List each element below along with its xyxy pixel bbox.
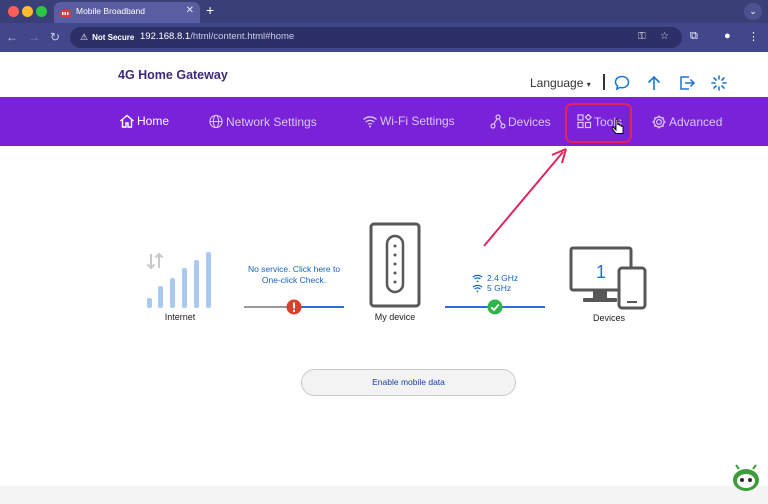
logout-icon[interactable] — [678, 74, 696, 92]
upload-arrow-icon[interactable] — [645, 74, 663, 92]
key-icon[interactable]: ⚿ — [638, 31, 646, 42]
nav-devices-label: Devices — [508, 114, 551, 129]
caret-down-icon: ▾ — [586, 80, 591, 89]
minimize-window-button[interactable] — [22, 6, 33, 17]
nav-wifi-settings[interactable]: Wi-Fi Settings — [362, 114, 455, 128]
star-icon[interactable]: ☆ — [660, 31, 669, 42]
device-count: 1 — [595, 262, 606, 282]
back-arrow-icon[interactable]: ← — [6, 29, 18, 45]
wifi-5ghz-band: 5 GHz — [472, 283, 511, 293]
signal-bars-icon[interactable] — [145, 250, 221, 310]
tab-close-icon[interactable]: ✕ — [186, 5, 194, 16]
wifi-5ghz-label: 5 GHz — [487, 283, 512, 293]
status-panel: Internet No service. Click here to One-c… — [0, 146, 768, 486]
security-label: Not Secure — [92, 33, 135, 42]
globe-icon — [209, 114, 223, 129]
browser-toolbar: ← → ↻ ⚠ Not Secure 192.168.8.1/html/cont… — [0, 23, 768, 52]
reload-icon[interactable]: ↻ — [50, 29, 60, 45]
wifi-24ghz-band: 2.4 GHz — [472, 273, 518, 283]
wifi-small-icon — [472, 274, 483, 282]
extensions-puzzle-icon[interactable]: ⧉ — [690, 30, 698, 43]
one-click-check-link[interactable]: No service. Click here to One-click Chec… — [240, 264, 348, 286]
gear-icon — [652, 115, 666, 129]
robot-mascot-icon — [733, 464, 759, 491]
wifi-small-icon — [472, 284, 483, 292]
router-favicon-icon — [60, 10, 71, 17]
tools-highlight-box — [565, 103, 632, 143]
security-chip[interactable]: ⚠ Not Secure — [76, 30, 140, 45]
nav-home-label: Home — [137, 114, 170, 128]
ok-status-icon — [487, 299, 503, 315]
home-icon — [120, 114, 134, 128]
url-path: /html/content.html#home — [190, 31, 295, 42]
nav-advanced-label: Advanced — [669, 115, 723, 129]
tab-search-chevron-icon[interactable]: ⌄ — [744, 3, 762, 20]
language-label: Language — [530, 76, 584, 90]
loading-spinner-icon — [711, 75, 727, 91]
network-tree-icon — [490, 114, 506, 129]
brand-title: 4G Home Gateway — [118, 68, 228, 82]
my-device-label: My device — [374, 312, 416, 322]
close-window-button[interactable] — [8, 6, 19, 17]
nav-devices[interactable]: Devices — [490, 114, 551, 129]
forward-arrow-icon[interactable]: → — [28, 29, 40, 45]
error-status-icon[interactable] — [286, 299, 302, 315]
browser-tab-bar: Mobile Broadband ✕ + ⌄ — [0, 0, 768, 23]
enable-mobile-data-button[interactable]: Enable mobile data — [301, 369, 516, 396]
devices-label: Devices — [592, 313, 625, 323]
page-header: 4G Home Gateway Language ▾ — [0, 52, 768, 97]
maximize-window-button[interactable] — [36, 6, 47, 17]
nav-advanced[interactable]: Advanced — [651, 114, 722, 130]
browser-tab[interactable]: Mobile Broadband ✕ — [54, 2, 200, 23]
wifi-icon — [363, 115, 377, 127]
internet-label: Internet — [164, 312, 196, 322]
tab-title: Mobile Broadband — [76, 6, 145, 16]
url-host: 192.168.8.1 — [140, 31, 191, 42]
wifi-24ghz-label: 2.4 GHz — [487, 273, 519, 283]
address-bar[interactable]: ⚠ Not Secure 192.168.8.1/html/content.ht… — [70, 27, 682, 48]
new-tab-button[interactable]: + — [206, 2, 214, 18]
router-device-icon[interactable] — [369, 222, 421, 308]
nav-network-settings[interactable]: Network Settings — [208, 114, 317, 129]
main-navbar: Home Network Settings Wi-Fi Settings Dev… — [0, 97, 768, 146]
url-text[interactable]: 192.168.8.1/html/content.html#home — [140, 31, 294, 42]
profile-icon[interactable]: ● — [724, 30, 731, 42]
menu-kebab-icon[interactable]: ⋮ — [748, 30, 759, 43]
message-bubble-icon[interactable] — [613, 74, 631, 92]
page-footer-bar — [0, 486, 768, 504]
header-divider — [603, 74, 605, 90]
warning-triangle-icon: ⚠ — [80, 32, 89, 42]
nav-wifi-settings-label: Wi-Fi Settings — [380, 114, 455, 128]
nav-network-settings-label: Network Settings — [226, 114, 317, 129]
nav-home[interactable]: Home — [119, 114, 169, 128]
language-dropdown[interactable]: Language ▾ — [530, 76, 591, 90]
